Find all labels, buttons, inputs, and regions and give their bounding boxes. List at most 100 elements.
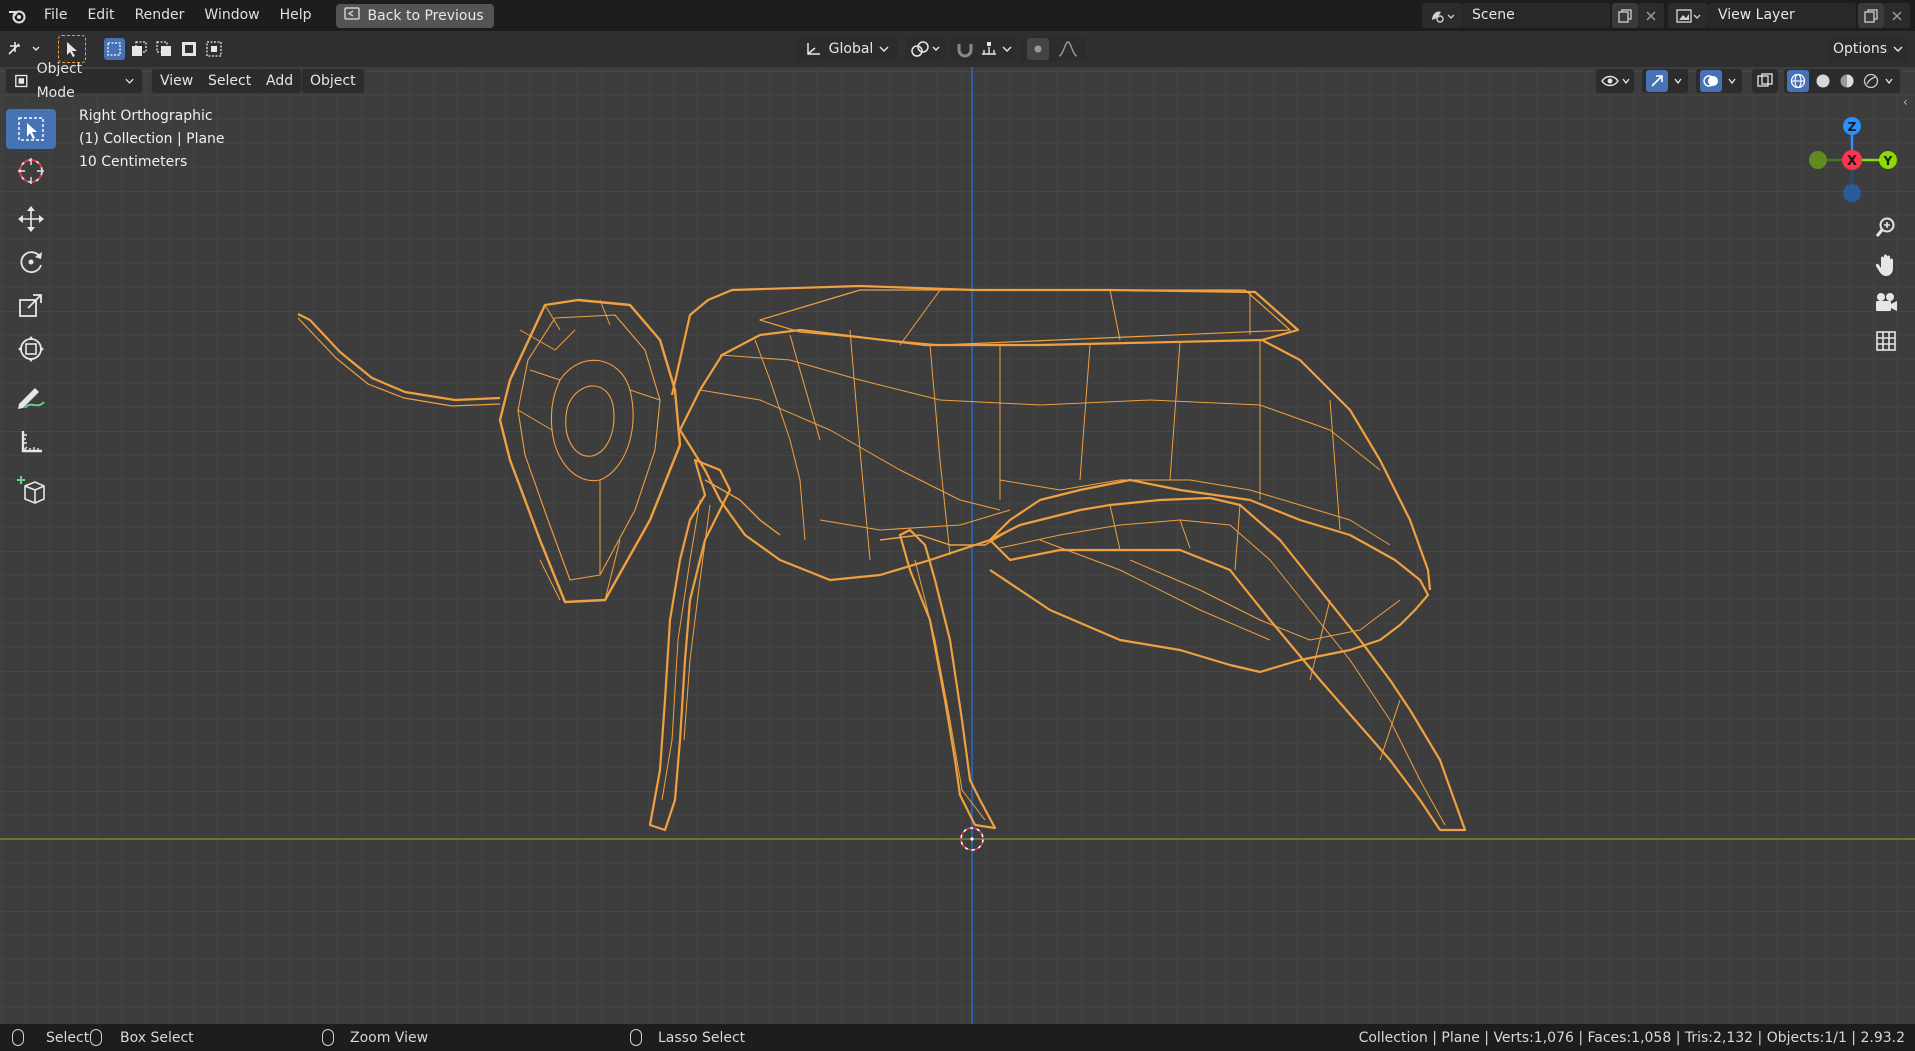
chevron-down-icon [879, 46, 889, 52]
tool-add-cube[interactable] [6, 470, 56, 510]
xray-icon [1757, 73, 1773, 87]
gizmo-icon[interactable] [1646, 70, 1668, 92]
menu-view[interactable]: View [152, 69, 202, 93]
back-icon [343, 7, 360, 24]
select-intersect-icon[interactable] [203, 38, 224, 60]
tool-measure[interactable] [6, 422, 56, 462]
material-shading-icon[interactable] [1837, 70, 1857, 92]
gizmo-y-label: Y [1883, 154, 1893, 168]
shading-group [1784, 69, 1900, 93]
select-subtract-icon[interactable] [154, 38, 175, 60]
close-icon[interactable] [1638, 3, 1664, 28]
gizmo-z-label: Z [1848, 120, 1857, 134]
status-zoom-view-label: Zoom View [350, 1029, 429, 1046]
tool-transform[interactable] [6, 329, 56, 369]
grid-icon[interactable] [1870, 325, 1902, 357]
view-layer-icon[interactable] [1668, 3, 1708, 28]
menu-edit[interactable]: Edit [77, 0, 124, 31]
camera-icon[interactable] [1870, 287, 1902, 319]
status-lasso-select-label: Lasso Select [658, 1029, 746, 1046]
scene-icon[interactable] [1422, 3, 1462, 28]
options-button[interactable]: Options [1828, 37, 1908, 61]
tool-rotate[interactable] [6, 242, 56, 282]
status-select-label: Select [46, 1029, 90, 1046]
menu-select[interactable]: Select [200, 69, 260, 93]
close-view-layer-icon[interactable] [1884, 3, 1910, 28]
status-select: Select [12, 1024, 89, 1051]
menu-add[interactable]: Add [258, 69, 302, 93]
new-view-layer-icon[interactable] [1858, 3, 1884, 28]
snapping-group[interactable] [950, 37, 1016, 61]
new-scene-icon[interactable] [1612, 3, 1638, 28]
navigation-gizmo[interactable]: X Z Y [1804, 105, 1900, 215]
tool-header: Global Options [0, 31, 1915, 67]
object-mode-icon [15, 74, 28, 88]
select-invert-icon[interactable] [178, 38, 199, 60]
tool-select-box[interactable] [6, 109, 56, 149]
scene-selector: Scene [1422, 3, 1664, 28]
add-cube-icon [17, 476, 45, 504]
view-name: Right Orthographic [79, 108, 213, 124]
overlays-icon[interactable] [1700, 70, 1722, 92]
ant-mesh-wireframe [297, 284, 1467, 832]
pivot-point-dropdown[interactable] [906, 37, 946, 61]
annotate-icon [18, 388, 45, 409]
visibility-dropdown[interactable] [1596, 69, 1634, 93]
snap-magnet-icon [957, 44, 973, 58]
wireframe-shading-icon[interactable] [1787, 70, 1809, 92]
tool-move[interactable] [6, 199, 56, 239]
orientation-label: Global [828, 41, 874, 57]
sidebar-toggle-icon[interactable]: ‹ [1903, 95, 1908, 109]
xray-toggle[interactable] [1752, 69, 1778, 93]
object-mode-dropdown[interactable]: Object Mode [6, 61, 142, 101]
mouse-left-icon [12, 1029, 24, 1046]
menu-file[interactable]: File [34, 0, 77, 31]
hand-icon[interactable] [1870, 249, 1902, 281]
options-label: Options [1832, 41, 1888, 57]
collection-info: (1) Collection | Plane [79, 131, 225, 147]
zoom-icon[interactable] [1870, 211, 1902, 243]
snap-increment-icon [982, 42, 996, 55]
status-box-select-label: Box Select [120, 1029, 194, 1046]
status-zoom-view: Zoom View [322, 1024, 428, 1051]
solid-shading-icon[interactable] [1813, 70, 1833, 92]
selection-mode-group [104, 37, 224, 61]
pivot-icon [911, 41, 940, 57]
view-layer-field[interactable]: View Layer [1708, 3, 1856, 28]
tool-scale[interactable] [6, 285, 56, 325]
rendered-shading-icon[interactable] [1861, 70, 1881, 92]
select-box-icon [18, 117, 44, 141]
status-lasso-select: Lasso Select [630, 1024, 745, 1051]
3d-viewport[interactable]: Right Orthographic (1) Collection | Plan… [0, 67, 1915, 1024]
menu-object[interactable]: Object [302, 69, 364, 93]
view-layer-selector: View Layer [1668, 3, 1910, 28]
tool-cursor[interactable] [6, 151, 56, 191]
overlays-toggle[interactable] [1696, 69, 1742, 93]
transform-orientation-dropdown[interactable]: Global [796, 37, 898, 61]
proportional-editing-icon[interactable] [1027, 38, 1049, 60]
blender-logo-icon[interactable] [0, 0, 34, 31]
rotate-icon [20, 251, 42, 274]
menu-render[interactable]: Render [125, 0, 195, 31]
transform-icon [18, 336, 44, 362]
status-box-select: Box Select [90, 1024, 194, 1051]
viewport-header: Object Mode View Select Add Object [0, 61, 1915, 101]
gizmo-x-label: X [1847, 154, 1857, 169]
back-to-previous-button[interactable]: Back to Previous [335, 3, 494, 28]
viewport-canvas [0, 67, 1915, 1024]
scene-name-field[interactable]: Scene [1462, 3, 1610, 28]
falloff-curve-icon [1058, 41, 1078, 57]
menu-help[interactable]: Help [270, 0, 322, 31]
cursor-icon [18, 158, 44, 184]
move-icon [18, 206, 44, 232]
select-extend-icon[interactable] [129, 38, 150, 60]
proportional-editing-group[interactable] [1020, 37, 1086, 61]
back-to-previous-label: Back to Previous [367, 7, 484, 24]
gizmo-toggle[interactable] [1642, 69, 1688, 93]
mouse-right-icon [630, 1029, 642, 1046]
menu-window[interactable]: Window [194, 0, 269, 31]
mouse-middle-icon [322, 1029, 334, 1046]
orientation-icon [806, 43, 820, 55]
status-bar: Select Box Select Zoom View Lasso Select… [0, 1024, 1915, 1051]
tool-annotate[interactable] [6, 377, 56, 417]
